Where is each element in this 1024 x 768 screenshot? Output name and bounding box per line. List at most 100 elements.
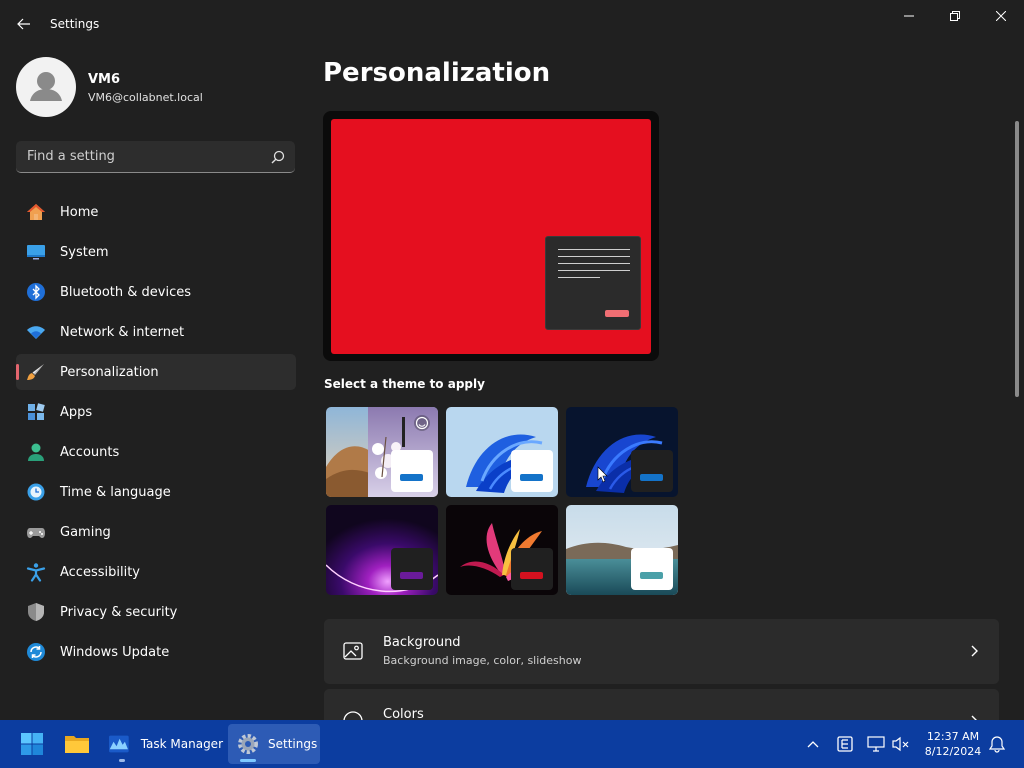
system-icon bbox=[27, 245, 45, 260]
theme-spotlight[interactable] bbox=[326, 407, 438, 497]
image-icon bbox=[343, 642, 363, 660]
theme-windows-dark[interactable] bbox=[566, 407, 678, 497]
sidebar-item-label: Apps bbox=[60, 404, 93, 420]
start-button[interactable] bbox=[12, 724, 52, 764]
colors-setting-card[interactable]: Colors bbox=[324, 689, 999, 731]
themes-section-label: Select a theme to apply bbox=[324, 377, 485, 391]
back-arrow-icon bbox=[17, 18, 30, 30]
start-icon bbox=[21, 733, 43, 755]
preview-button bbox=[605, 310, 629, 317]
sidebar-item-privacy[interactable]: Privacy & security bbox=[16, 594, 296, 630]
background-setting-card[interactable]: Background Background image, color, slid… bbox=[324, 619, 999, 684]
preview-desktop bbox=[331, 119, 651, 354]
maximize-button[interactable] bbox=[932, 0, 978, 32]
close-button[interactable] bbox=[978, 0, 1024, 32]
clock-date: 8/12/2024 bbox=[924, 745, 982, 758]
avatar bbox=[16, 57, 76, 117]
sidebar-item-label: Accessibility bbox=[60, 564, 140, 580]
sidebar-item-personalization[interactable]: Personalization bbox=[16, 354, 296, 390]
restore-icon bbox=[950, 11, 960, 21]
taskbar-clock[interactable]: 12:37 AM 8/12/2024 bbox=[916, 729, 990, 759]
theme-mini-window bbox=[631, 450, 673, 492]
network-status-button[interactable] bbox=[864, 720, 888, 768]
sidebar-item-accessibility[interactable]: Accessibility bbox=[16, 554, 296, 590]
page-title: Personalization bbox=[323, 58, 551, 88]
show-hidden-icons-button[interactable] bbox=[800, 720, 826, 768]
theme-glow[interactable] bbox=[326, 505, 438, 595]
sidebar-item-label: Personalization bbox=[60, 364, 159, 380]
file-explorer-button[interactable] bbox=[57, 724, 97, 764]
brush-icon bbox=[27, 364, 44, 380]
sidebar-item-label: Accounts bbox=[60, 444, 120, 460]
sidebar-item-label: System bbox=[60, 244, 109, 260]
back-button[interactable] bbox=[12, 12, 36, 36]
taskbar-settings[interactable]: Settings bbox=[228, 724, 320, 764]
sidebar-item-label: Network & internet bbox=[60, 324, 185, 340]
user-name: VM6 bbox=[88, 72, 121, 87]
shield-icon bbox=[28, 603, 44, 621]
tray-app-button[interactable] bbox=[834, 720, 856, 768]
gamepad-icon bbox=[27, 528, 45, 538]
search-box bbox=[16, 141, 295, 173]
sidebar-item-apps[interactable]: Apps bbox=[16, 394, 296, 430]
wifi-icon bbox=[27, 326, 45, 339]
close-icon bbox=[996, 11, 1006, 21]
sidebar-item-windows-update[interactable]: Windows Update bbox=[16, 634, 296, 670]
active-indicator bbox=[240, 759, 256, 762]
search-input[interactable] bbox=[16, 141, 256, 172]
volume-muted-icon bbox=[892, 736, 909, 752]
preview-line bbox=[558, 277, 600, 278]
sidebar-item-accounts[interactable]: Accounts bbox=[16, 434, 296, 470]
clock-time: 12:37 AM bbox=[926, 730, 980, 743]
settings-gear-icon bbox=[238, 734, 258, 754]
theme-mini-window bbox=[511, 450, 553, 492]
bell-icon bbox=[989, 736, 1005, 753]
sidebar-item-gaming[interactable]: Gaming bbox=[16, 514, 296, 550]
theme-windows-light[interactable] bbox=[446, 407, 558, 497]
card-subtitle: Background image, color, slideshow bbox=[383, 654, 582, 667]
file-explorer-icon bbox=[65, 736, 89, 753]
user-avatar-icon bbox=[30, 72, 62, 101]
theme-preview bbox=[323, 111, 659, 361]
notifications-button[interactable] bbox=[986, 720, 1008, 768]
theme-mini-accent bbox=[640, 572, 663, 579]
sidebar-item-time-language[interactable]: Time & language bbox=[16, 474, 296, 510]
preview-line bbox=[558, 249, 630, 250]
sidebar-item-bluetooth[interactable]: Bluetooth & devices bbox=[16, 274, 296, 310]
theme-mini-accent bbox=[520, 572, 543, 579]
sidebar-item-label: Home bbox=[60, 204, 99, 220]
chevron-right-icon bbox=[971, 645, 978, 657]
theme-mini-window bbox=[391, 450, 433, 492]
title-bar: Settings bbox=[0, 0, 1024, 48]
theme-mini-accent bbox=[520, 474, 543, 481]
theme-mini-window bbox=[391, 548, 433, 590]
sidebar-item-label: Privacy & security bbox=[60, 604, 178, 620]
preview-line bbox=[558, 256, 630, 257]
minimize-button[interactable] bbox=[886, 0, 932, 32]
taskbar-task-manager[interactable]: Task Manager bbox=[103, 724, 223, 764]
theme-mini-accent bbox=[640, 474, 663, 481]
sidebar-item-label: Windows Update bbox=[60, 644, 170, 660]
preview-window bbox=[545, 236, 641, 330]
sidebar-item-network[interactable]: Network & internet bbox=[16, 314, 296, 350]
volume-button[interactable] bbox=[890, 720, 912, 768]
sidebar-item-label: Gaming bbox=[60, 524, 111, 540]
apps-icon bbox=[28, 403, 45, 420]
sidebar-item-home[interactable]: Home bbox=[16, 194, 296, 230]
main-scrollbar[interactable] bbox=[1015, 121, 1019, 397]
minimize-icon bbox=[904, 15, 914, 17]
home-icon bbox=[27, 204, 45, 220]
search-icon[interactable] bbox=[271, 150, 285, 164]
theme-captured-motion[interactable] bbox=[446, 505, 558, 595]
sidebar-item-system[interactable]: System bbox=[16, 234, 296, 270]
network-icon bbox=[867, 736, 885, 752]
card-title: Background bbox=[383, 635, 461, 650]
sidebar-item-label: Bluetooth & devices bbox=[60, 284, 191, 300]
sidebar-item-label: Time & language bbox=[60, 484, 171, 500]
theme-mini-window bbox=[511, 548, 553, 590]
preview-line bbox=[558, 270, 630, 271]
accessibility-icon bbox=[26, 563, 46, 582]
chevron-up-icon bbox=[807, 741, 819, 748]
taskbar: Task Manager Settings 12:37 AM 8/12/2024 bbox=[0, 720, 1024, 768]
theme-flow[interactable] bbox=[566, 505, 678, 595]
